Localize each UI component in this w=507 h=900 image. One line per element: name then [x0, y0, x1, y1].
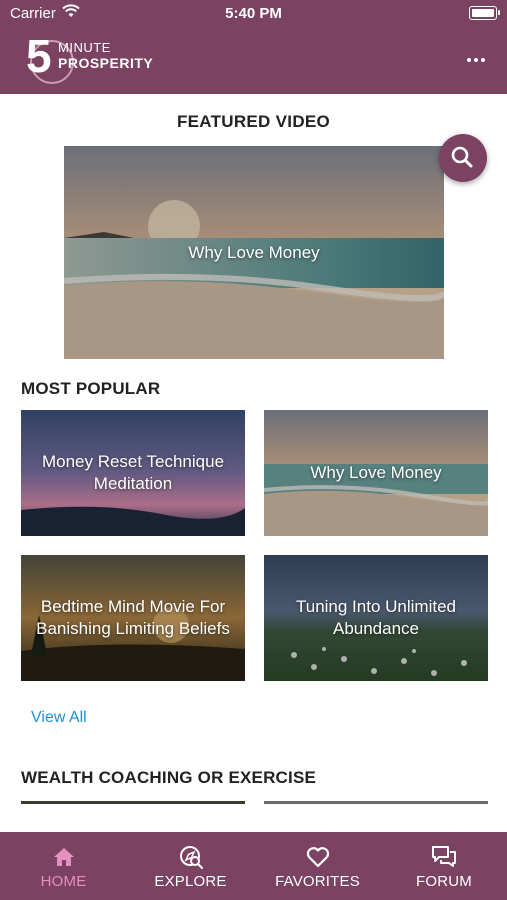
home-icon — [53, 848, 74, 866]
clock: 5:40 PM — [225, 5, 282, 22]
tab-explore[interactable]: EXPLORE — [127, 832, 254, 900]
tab-label: FAVORITES — [275, 873, 360, 890]
wealth-card-edge[interactable] — [21, 801, 245, 804]
tab-home[interactable]: HOME — [0, 832, 127, 900]
app-header: Carrier 5:40 PM 5 MINUTE PROSPERITY — [0, 0, 507, 94]
battery-icon — [469, 6, 500, 20]
view-all-link[interactable]: View All — [31, 709, 87, 727]
card-title: Money Reset Technique Meditation — [41, 452, 225, 493]
tab-forum[interactable]: FORUM — [381, 832, 507, 900]
status-bar: Carrier 5:40 PM — [0, 0, 507, 28]
logo-number: 5 — [26, 30, 52, 82]
explore-icon — [179, 846, 203, 870]
card-title: Tuning Into Unlimited Abundance — [295, 597, 456, 638]
popular-card[interactable]: Money Reset Technique Meditation — [21, 410, 245, 536]
most-popular-title: MOST POPULAR — [21, 379, 161, 398]
search-button[interactable] — [439, 134, 487, 182]
featured-video-title: Why Love Money — [188, 242, 320, 262]
card-title: Bedtime Mind Movie For Banishing Limitin… — [36, 597, 230, 638]
bottom-tab-bar: HOME EXPLORE FAVORITES FORUM — [0, 832, 507, 900]
popular-card[interactable]: Why Love Money — [264, 410, 488, 536]
tab-label: HOME — [40, 873, 87, 890]
logo-line-2: PROSPERITY — [58, 55, 154, 71]
logo-line-1: MINUTE — [58, 40, 111, 55]
heart-icon — [306, 847, 329, 868]
chat-bubbles-icon — [432, 846, 456, 867]
featured-section-title: FEATURED VIDEO — [176, 112, 331, 131]
more-horizontal-icon[interactable] — [467, 56, 487, 64]
wealth-card-edge[interactable] — [264, 801, 488, 804]
card-title: Why Love Money — [310, 463, 442, 482]
featured-video-card[interactable]: Why Love Money — [64, 146, 444, 359]
popular-card[interactable]: Tuning Into Unlimited Abundance — [264, 555, 488, 681]
wealth-section-title: WEALTH COACHING OR EXERCISE — [21, 768, 317, 787]
search-icon — [451, 146, 473, 168]
app-logo: 5 MINUTE PROSPERITY — [24, 30, 164, 88]
tab-label: EXPLORE — [154, 873, 227, 890]
main-content[interactable]: FEATURED VIDEO Why Love Money MOST POPUL… — [0, 94, 507, 832]
popular-card[interactable]: Bedtime Mind Movie For Banishing Limitin… — [21, 555, 245, 681]
tab-label: FORUM — [416, 873, 472, 890]
tab-favorites[interactable]: FAVORITES — [254, 832, 381, 900]
